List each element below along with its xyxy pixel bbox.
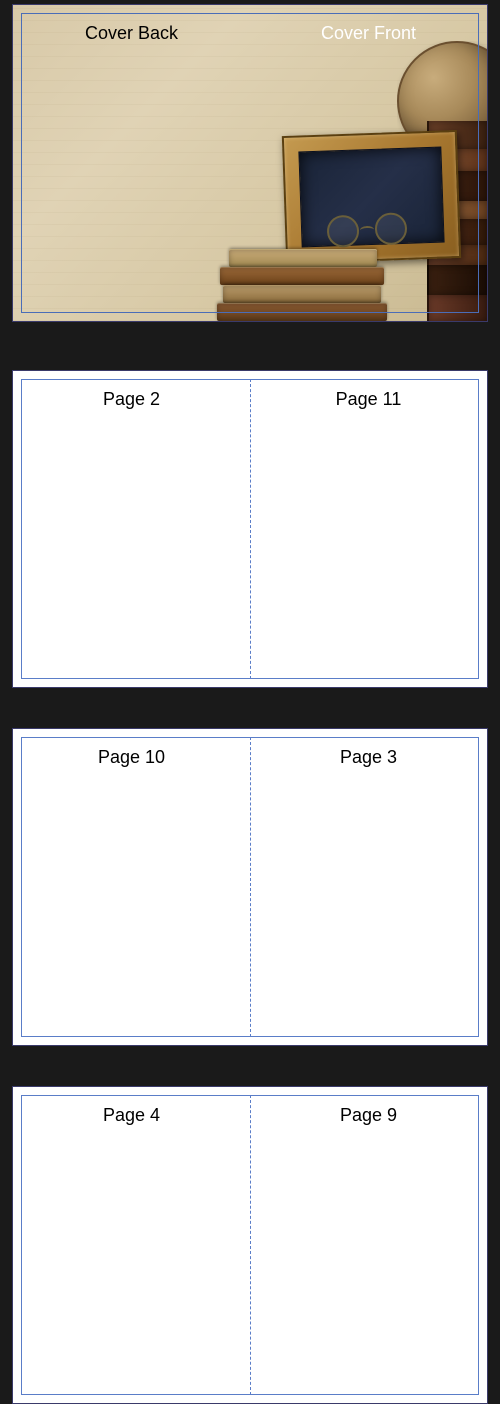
spread-labels: Page 2 Page 11: [13, 389, 487, 410]
bridge: [360, 226, 374, 235]
cover-background: [13, 5, 487, 321]
spectacles-icon: [326, 213, 407, 247]
spread-labels: Page 4 Page 9: [13, 1105, 487, 1126]
stacked-book: [229, 249, 377, 267]
lens-right: [374, 212, 408, 246]
spread-page[interactable]: Page 10 Page 3: [12, 728, 488, 1046]
spread-labels: Page 10 Page 3: [13, 747, 487, 768]
spread-page[interactable]: Page 4 Page 9: [12, 1086, 488, 1404]
page-label-left: Page 2: [13, 389, 250, 410]
stacked-book: [223, 285, 381, 303]
fold-line: [250, 1095, 251, 1395]
stacked-book: [217, 303, 387, 321]
lens-left: [326, 214, 360, 248]
spread-page[interactable]: Page 2 Page 11: [12, 370, 488, 688]
cover-front-label: Cover Front: [250, 23, 487, 44]
page-label-left: Page 4: [13, 1105, 250, 1126]
page-label-right: Page 9: [250, 1105, 487, 1126]
spread-labels: Cover Back Cover Front: [13, 23, 487, 44]
page-label-right: Page 11: [250, 389, 487, 410]
fold-line: [250, 737, 251, 1037]
stacked-book: [220, 267, 384, 285]
page-label-left: Page 10: [13, 747, 250, 768]
fold-line: [250, 379, 251, 679]
spread-cover[interactable]: Cover Back Cover Front: [12, 4, 488, 322]
page-label-right: Page 3: [250, 747, 487, 768]
book-spine: [427, 295, 487, 321]
cover-back-label: Cover Back: [13, 23, 250, 44]
stacked-books: [217, 249, 387, 321]
book-spine: [427, 265, 487, 295]
